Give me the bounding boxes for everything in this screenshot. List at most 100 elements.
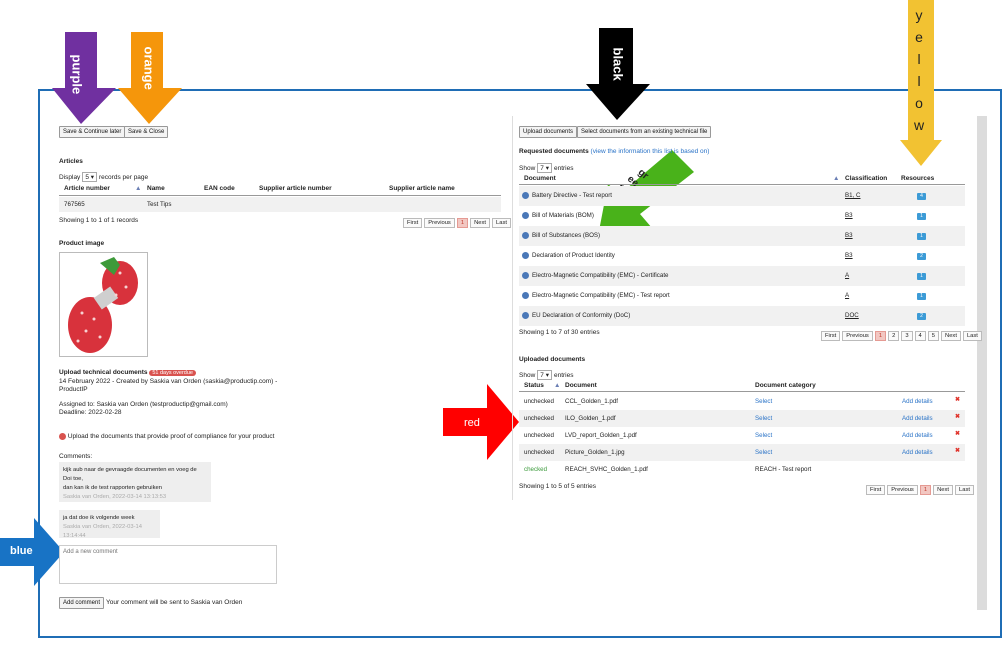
sort-asc-icon[interactable]: ▲ [135,185,141,192]
panel-divider [512,116,513,500]
pager-page[interactable]: 1 [919,485,932,495]
upload-title: Upload technical documents [59,369,148,376]
upload-documents-tab[interactable]: Upload documents [519,126,578,138]
add-details-link[interactable]: Add details [902,449,933,456]
table-row[interactable]: unchecked CCL_Golden_1.pdf Select Add detai… [519,393,965,410]
product-image [59,252,148,357]
pager-last[interactable]: Last [955,485,974,495]
table-row[interactable]: Declaration of Product Identity B3 2 [519,246,965,266]
col-resources[interactable]: Resources [901,175,934,182]
col-name[interactable]: Name [147,185,165,192]
comment-item: kijk aub naar de gevraagde documenten en… [59,462,211,502]
warning-icon [59,433,66,440]
requested-info-link[interactable]: (view the information this list is based… [591,148,710,155]
pager-next[interactable]: Next [941,331,961,341]
uploaded-header: Status ▲ Document Document category [519,380,965,392]
category-select-link[interactable]: Select [755,432,772,439]
yellow-label: yellow [913,7,925,133]
pager-first[interactable]: First [821,331,841,341]
add-comment-button[interactable]: Add comment [59,597,105,609]
orange-label: orange [141,46,157,90]
requested-summary: Showing 1 to 7 of 30 entries [519,329,600,336]
per-page-select[interactable]: 5 ▾ [82,172,98,182]
upload-info: Upload technical documents 51 days overd… [59,369,278,416]
col-ean[interactable]: EAN code [204,185,235,192]
pager-next[interactable]: Next [933,485,953,495]
add-details-link[interactable]: Add details [902,398,933,405]
resources-badge: 4 [917,193,926,200]
pager-first[interactable]: First [866,485,886,495]
info-icon [522,272,529,279]
info-icon [522,232,529,239]
delete-icon[interactable]: ✖ [955,396,960,403]
table-row[interactable]: unchecked ILO_Golden_1.pdf Select Add detai… [519,410,965,427]
pager-page[interactable]: 5 [927,331,940,341]
overdue-badge: 51 days overdue [149,370,196,376]
new-comment-input[interactable] [59,545,277,584]
resources-badge: 1 [917,273,926,280]
articles-title: Articles [59,158,83,165]
category-select-link[interactable]: Select [755,449,772,456]
select-existing-tab[interactable]: Select documents from an existing techni… [577,126,712,138]
comments-label: Comments: [59,453,93,460]
col-document[interactable]: Document [565,382,597,389]
table-row[interactable]: unchecked LVD_report_Golden_1.pdf Select Ad… [519,427,965,444]
col-supplier-number[interactable]: Supplier article number [259,185,332,192]
pager-previous[interactable]: Previous [424,218,455,228]
pager-previous[interactable]: Previous [887,485,918,495]
pager-next[interactable]: Next [470,218,490,228]
col-document[interactable]: Document [524,175,556,182]
pager-first[interactable]: First [403,218,423,228]
table-row[interactable]: EU Declaration of Conformity (DoC) DOC 2 [519,306,965,326]
vertical-scrollbar[interactable] [977,116,987,610]
category-select-link[interactable]: Select [755,415,772,422]
pager-previous[interactable]: Previous [842,331,873,341]
delete-icon[interactable]: ✖ [955,413,960,420]
sort-asc-icon[interactable]: ▲ [833,175,839,182]
uploaded-entries-select[interactable]: 7 ▾ [537,370,552,380]
resources-badge: 1 [917,233,926,240]
info-icon [522,292,529,299]
red-label: red [464,417,480,429]
save-close-button[interactable]: Save & Close [124,126,169,138]
col-classification[interactable]: Classification [845,175,887,182]
save-continue-button[interactable]: Save & Continue later [59,126,126,138]
purple-label: purple [69,54,85,95]
sort-asc-icon[interactable]: ▲ [554,382,560,389]
resources-badge: 1 [917,293,926,300]
add-details-link[interactable]: Add details [902,432,933,439]
upload-notice: Upload the documents that provide proof … [59,433,275,440]
table-row[interactable]: 767565 Test Tips [59,197,501,212]
pager-page[interactable]: 4 [914,331,926,341]
info-icon [522,212,529,219]
requested-entries-select[interactable]: 7 ▾ [537,163,552,173]
pager-page[interactable]: 1 [874,331,887,341]
pager-page[interactable]: 2 [888,331,900,341]
col-document-category[interactable]: Document category [755,382,816,389]
col-article-number[interactable]: Article number [64,185,110,192]
table-row[interactable]: unchecked Picture_Golden_1.jpg Select Add d… [519,444,965,461]
uploaded-pager: First Previous 1 Next Last [866,485,974,495]
requested-entries: Show 7 ▾ entries [519,163,574,173]
black-label: black [610,47,626,81]
col-status[interactable]: Status [524,382,544,389]
pager-page[interactable]: 1 [456,218,469,228]
delete-icon[interactable]: ✖ [955,430,960,437]
table-row[interactable]: checked REACH_SVHC_Golden_1.pdf REACH - Te… [519,461,965,478]
category-select-link[interactable]: Select [755,398,772,405]
table-row[interactable]: Electro-Magnetic Compatibility (EMC) - T… [519,286,965,306]
col-supplier-name[interactable]: Supplier article name [389,185,455,192]
comment-note: Your comment will be sent to Saskia van … [106,599,243,606]
table-row[interactable]: Bill of Materials (BOM) B3 1 [519,206,965,226]
articles-pager: First Previous 1 Next Last [403,218,511,228]
pager-page[interactable]: 3 [901,331,913,341]
pager-last[interactable]: Last [492,218,511,228]
purple-arrow [52,32,116,124]
delete-icon[interactable]: ✖ [955,447,960,454]
table-row[interactable]: Electro-Magnetic Compatibility (EMC) - C… [519,266,965,286]
pager-last[interactable]: Last [962,331,982,341]
table-row[interactable]: Battery Directive - Test report B1, C4 [519,186,965,206]
add-details-link[interactable]: Add details [902,415,933,422]
red-arrow [443,384,519,460]
table-row[interactable]: Bill of Substances (BOS) B3 1 [519,226,965,246]
